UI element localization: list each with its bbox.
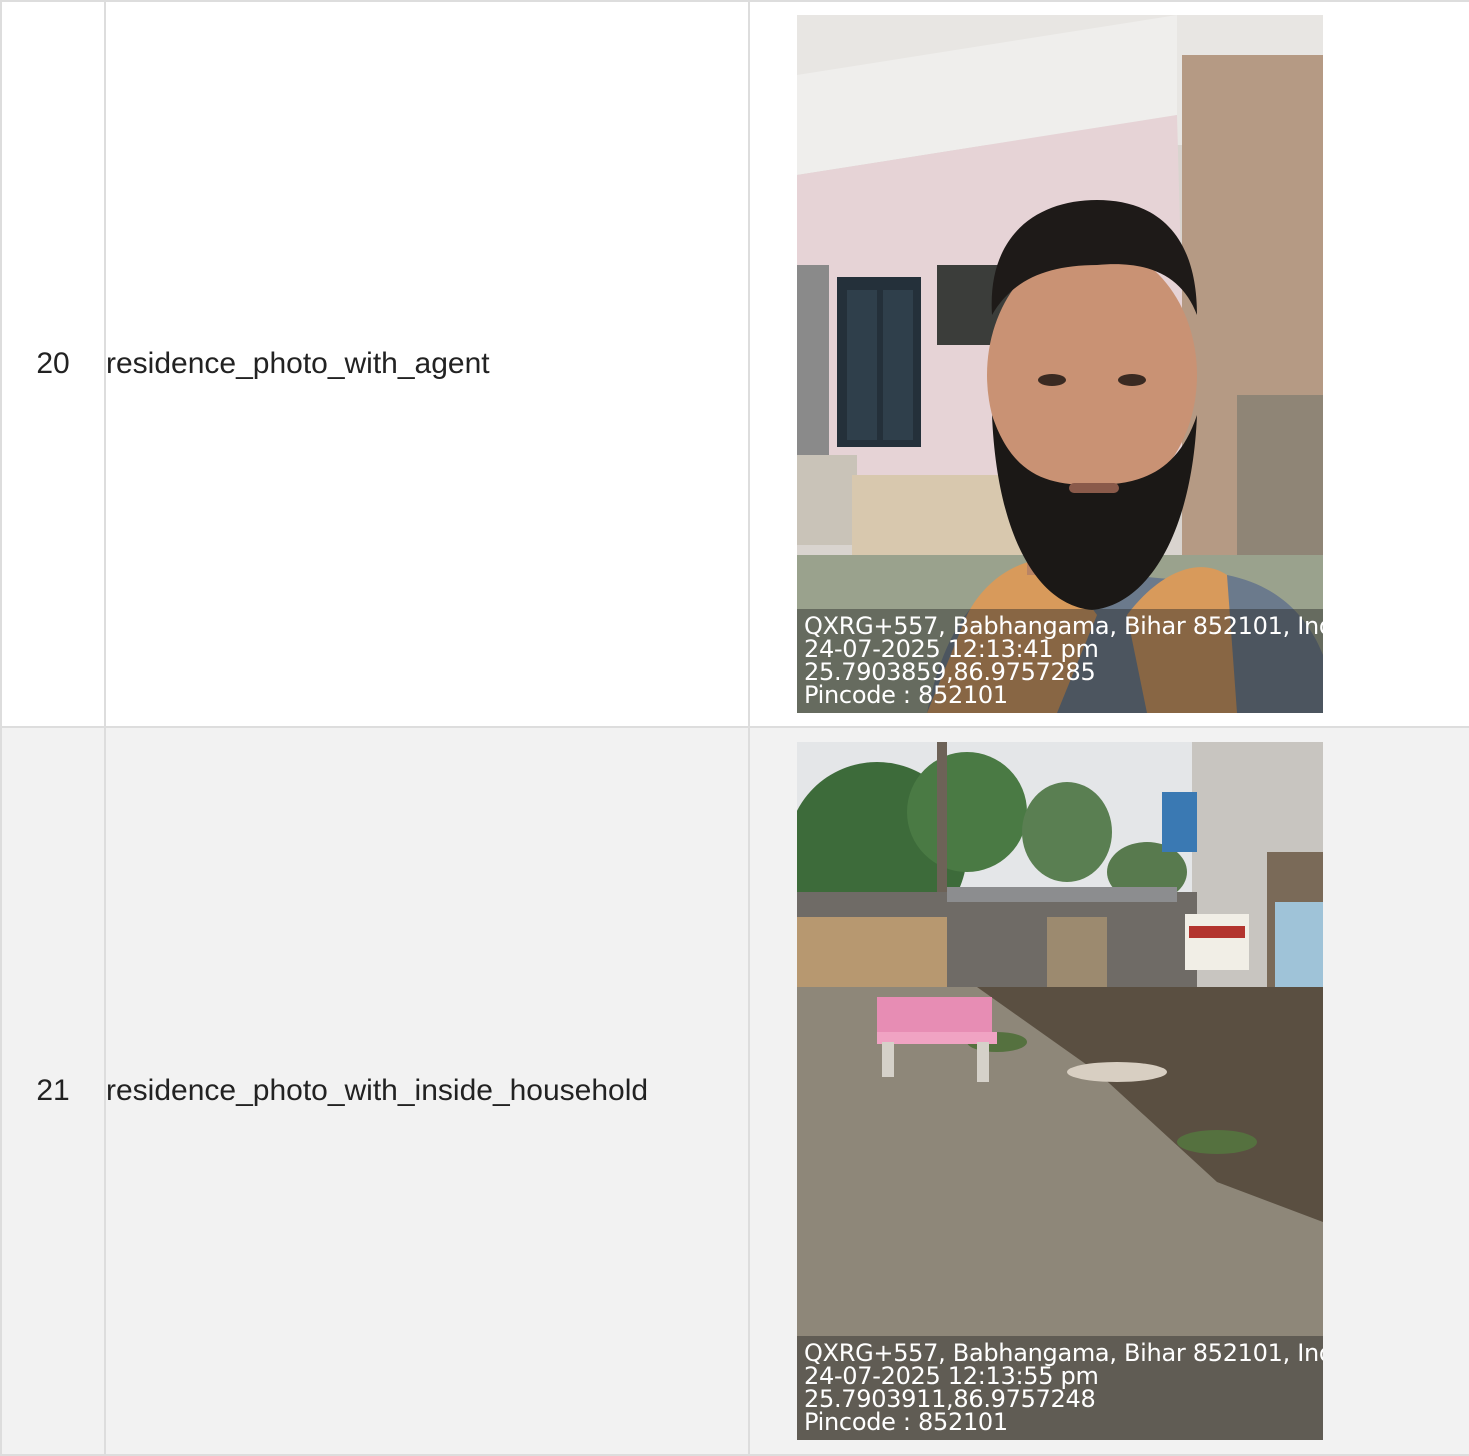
- photo-cell: QXRG+557, Babhangama, Bihar 852101, Ind …: [748, 726, 1469, 1456]
- stamp-pincode: Pincode : 852101: [804, 681, 1008, 709]
- row-number: 21: [0, 726, 106, 1456]
- table-row: 20 residence_photo_with_agent QXRG+557, …: [0, 0, 1469, 728]
- photo-cell: QXRG+557, Babhangama, Bihar 852101, Ind …: [748, 0, 1469, 728]
- row-number: 20: [0, 0, 106, 728]
- table-row: 21 residence_photo_with_inside_household: [0, 726, 1469, 1456]
- photo-geo-stamp: QXRG+557, Babhangama, Bihar 852101, Ind …: [797, 1336, 1323, 1440]
- residence-agent-photo: QXRG+557, Babhangama, Bihar 852101, Ind …: [797, 15, 1323, 713]
- photo-label: residence_photo_with_agent: [104, 0, 750, 728]
- photo-label: residence_photo_with_inside_household: [104, 726, 750, 1456]
- residence-household-photo: QXRG+557, Babhangama, Bihar 852101, Ind …: [797, 742, 1323, 1440]
- photo-table: 20 residence_photo_with_agent QXRG+557, …: [0, 0, 1469, 1456]
- photo-geo-stamp: QXRG+557, Babhangama, Bihar 852101, Ind …: [797, 609, 1323, 713]
- stamp-pincode: Pincode : 852101: [804, 1408, 1008, 1436]
